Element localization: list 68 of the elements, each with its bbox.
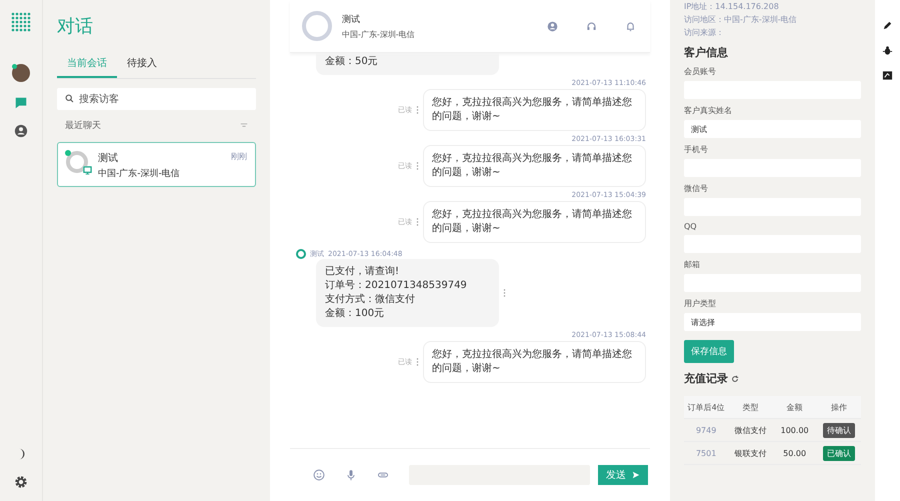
visitor-name: 测试 bbox=[342, 14, 361, 26]
table-cell-text: 7501 bbox=[694, 448, 718, 458]
column-header: 操作 bbox=[830, 402, 848, 412]
field-label: 手机号 bbox=[684, 144, 709, 155]
more-icon[interactable] bbox=[416, 218, 419, 226]
message-text: 订单号：2021071348539749 bbox=[325, 279, 468, 293]
table-cell-text: 9749 bbox=[694, 426, 718, 434]
user-icon[interactable] bbox=[14, 124, 28, 138]
field-label: 邮箱 bbox=[684, 259, 701, 270]
status-button[interactable]: 待确认 bbox=[822, 422, 855, 438]
search-icon bbox=[65, 94, 74, 103]
message-text: 已支付，请查询! bbox=[325, 265, 400, 279]
more-icon[interactable] bbox=[416, 162, 419, 170]
chat-icon[interactable] bbox=[14, 96, 28, 110]
logo-icon bbox=[11, 12, 31, 32]
message-text: 您好，克拉拉很高兴为您服务，请简单描述您的问题，谢谢~ bbox=[432, 96, 633, 124]
field-label: 会员账号 bbox=[684, 66, 717, 77]
table-cell-text: 微信支付 bbox=[733, 424, 768, 436]
send-icon bbox=[632, 471, 640, 479]
table-cell-text: 100.00 bbox=[780, 426, 810, 434]
visitor-info: IP地址：14.154.176.208 bbox=[684, 1, 780, 13]
avatar-icon bbox=[302, 11, 332, 41]
visitor-info: 访问来源： bbox=[684, 27, 725, 39]
visitor-info: 访问地区：中国-广东-深圳-电信 bbox=[684, 14, 798, 26]
image-icon[interactable] bbox=[882, 70, 893, 81]
input-field[interactable]: 请选择 bbox=[684, 313, 861, 331]
field-label: 用户类型 bbox=[684, 298, 717, 309]
status-button[interactable]: 已确认 bbox=[822, 446, 855, 460]
refresh-icon[interactable] bbox=[731, 374, 739, 382]
visitor-name: 测试 bbox=[98, 152, 118, 165]
message-time: 刚刚 bbox=[231, 151, 247, 163]
tab[interactable]: 待接入 bbox=[117, 52, 167, 78]
more-icon[interactable] bbox=[503, 289, 506, 297]
search-field[interactable]: 搜索访客 bbox=[57, 88, 256, 110]
message-text: 支付方式：微信支付 bbox=[325, 293, 416, 307]
table-cell-text: 50.00 bbox=[782, 448, 808, 458]
section-label: 最近聊天 bbox=[65, 120, 101, 132]
message-text: 金额：100元 bbox=[325, 307, 386, 321]
table-cell-text: 银联支付 bbox=[733, 448, 768, 458]
visitor-location: 中国-广东-深圳-电信 bbox=[342, 28, 415, 40]
user-avatar[interactable] bbox=[12, 64, 30, 82]
panel-title: 对话 bbox=[57, 15, 94, 38]
column-header: 金额 bbox=[786, 402, 804, 412]
message-text: 您好，克拉拉很高兴为您服务，请简单描述您的问题，谢谢~ bbox=[432, 208, 633, 236]
section-title: 客户信息 bbox=[684, 45, 729, 60]
column-header: 订单后4位 bbox=[686, 402, 726, 412]
headset-icon[interactable] bbox=[586, 20, 597, 32]
column-header: 类型 bbox=[741, 402, 760, 412]
bug-icon[interactable] bbox=[882, 45, 893, 56]
message-text: 金额：50元 bbox=[325, 55, 379, 69]
emoji-icon[interactable] bbox=[313, 469, 325, 481]
more-icon[interactable] bbox=[416, 106, 419, 114]
settings-icon[interactable] bbox=[14, 475, 28, 489]
microphone-icon[interactable] bbox=[345, 469, 357, 481]
pencil-icon[interactable] bbox=[882, 20, 893, 31]
field-label: QQ bbox=[684, 222, 698, 231]
more-icon[interactable] bbox=[416, 358, 419, 366]
message-text: 您好，克拉拉很高兴为您服务，请简单描述您的问题，谢谢~ bbox=[432, 152, 633, 180]
avatar-icon bbox=[296, 249, 306, 259]
field-label: 微信号 bbox=[684, 183, 709, 194]
filter-icon[interactable] bbox=[240, 123, 248, 128]
visitor-location: 中国-广东-深圳-电信 bbox=[98, 168, 181, 180]
bell-icon[interactable] bbox=[625, 20, 636, 32]
field-label: 客户真实姓名 bbox=[684, 105, 733, 116]
user-icon[interactable] bbox=[547, 20, 558, 32]
message-text: 您好，克拉拉很高兴为您服务，请简单描述您的问题，谢谢~ bbox=[432, 348, 633, 376]
input-field[interactable]: 测试 bbox=[684, 120, 861, 138]
section-title: 充值记录 bbox=[684, 371, 728, 386]
